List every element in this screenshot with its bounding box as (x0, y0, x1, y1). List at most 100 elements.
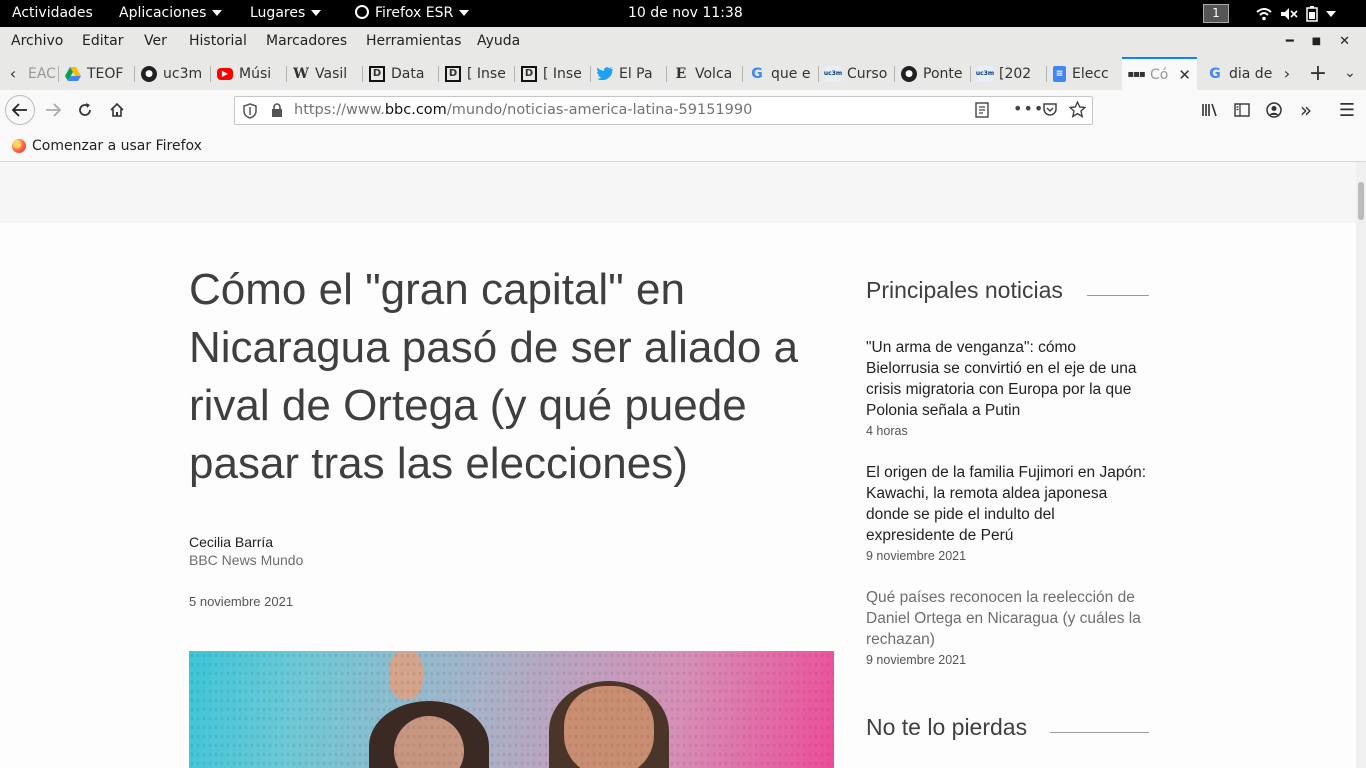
tab-active[interactable]: ▪▪▪ Có ✕ (1122, 57, 1197, 90)
news-item-time: 4 horas (866, 424, 908, 438)
wikipedia-icon: W (293, 65, 309, 82)
sidebar-title-rule (1087, 295, 1149, 296)
tab-label: Có (1150, 66, 1169, 83)
minimize-icon[interactable]: ━ (1286, 34, 1294, 50)
menu-ayuda[interactable]: Ayuda (477, 33, 520, 49)
clock[interactable]: 10 de nov 11:38 (628, 5, 743, 21)
sidebar-news-item[interactable]: "Un arma de venganza": cómo Bielorrusia … (866, 337, 1146, 438)
reader-view-icon[interactable] (974, 102, 990, 122)
maximize-icon[interactable]: ■ (1312, 34, 1321, 50)
reload-button[interactable] (70, 95, 100, 125)
article-hero-image (189, 651, 834, 768)
navigation-toolbar: https://www.bbc.com/mundo/noticias-ameri… (0, 90, 1366, 130)
home-icon (110, 102, 124, 117)
tab-scroll-right-icon[interactable]: › (1274, 58, 1300, 88)
hero-image-dots (189, 651, 834, 768)
news-item-time: 9 noviembre 2021 (866, 549, 967, 563)
sidebar-news-item[interactable]: Qué países reconocen la reelección de Da… (866, 587, 1146, 667)
app-name-label: Firefox ESR (375, 5, 454, 21)
sidebar-news-item[interactable]: El origen de la familia Fujimori en Japó… (866, 462, 1146, 563)
tab[interactable]: ▶ Músi (211, 57, 286, 90)
tab[interactable]: E Volca (667, 57, 742, 90)
tab[interactable]: uc3m Curso (819, 57, 894, 90)
overflow-chevron-icon[interactable]: » (1291, 95, 1321, 125)
tab[interactable]: El Pa (591, 57, 666, 90)
bookmark-label: Comenzar a usar Firefox (32, 138, 202, 154)
tab-label: [ Inse (543, 65, 582, 82)
tab[interactable]: D Data (363, 57, 438, 90)
url-host: bbc.com (384, 102, 447, 118)
menu-editar[interactable]: Editar (82, 33, 123, 49)
news-item-headline[interactable]: "Un arma de venganza": cómo Bielorrusia … (866, 337, 1146, 421)
d-icon: D (521, 65, 537, 82)
tab[interactable]: TEOF (59, 57, 134, 90)
workspace-indicator[interactable]: 1 (1203, 4, 1229, 23)
library-icon[interactable] (1195, 95, 1225, 125)
tab[interactable]: uc3m [202 (971, 57, 1046, 90)
page-actions-icon[interactable]: ••• (1013, 99, 1044, 118)
close-tab-icon[interactable]: ✕ (1178, 66, 1191, 84)
url-text[interactable]: https://www.bbc.com/mundo/noticias-ameri… (294, 102, 752, 118)
forward-button[interactable] (38, 95, 68, 125)
padlock-icon[interactable] (271, 103, 283, 122)
menu-herramientas[interactable]: Herramientas (366, 33, 461, 49)
chevron-down-icon (1326, 10, 1336, 17)
url-prefix: https://www. (294, 102, 385, 118)
article-date: 5 noviembre 2021 (189, 594, 294, 609)
sidebar-title: Principales noticias (866, 277, 1063, 303)
places-menu[interactable]: Lugares (250, 5, 322, 21)
hamburger-menu-icon[interactable]: ☰ (1332, 95, 1362, 125)
tab-bar: ‹ ÉÁC TEOF ● uc3m ▶ Músi W Vasil D Data D[ I… (0, 57, 1366, 90)
tab-label: Elecc (1072, 65, 1109, 82)
account-icon[interactable] (1259, 95, 1289, 125)
tab[interactable]: ÉÁC (22, 57, 58, 90)
tab[interactable]: W Vasil (287, 57, 362, 90)
new-tab-icon[interactable]: + (1304, 58, 1332, 88)
app-menu[interactable]: Firefox ESR (355, 5, 470, 21)
page-viewport: Cómo el "gran capital" en Nicaragua pasó… (0, 162, 1356, 768)
docs-icon: ≡ (1053, 65, 1066, 82)
youtube-icon: ▶ (217, 67, 233, 80)
article-author[interactable]: Cecilia Barría (189, 534, 273, 550)
url-bar[interactable]: https://www.bbc.com/mundo/noticias-ameri… (234, 96, 1093, 125)
news-item-headline[interactable]: El origen de la familia Fujimori en Japó… (866, 462, 1146, 546)
news-item-headline[interactable]: Qué países reconocen la reelección de Da… (866, 587, 1146, 650)
battery-icon (1306, 5, 1318, 22)
applications-label: Aplicaciones (119, 5, 207, 21)
tab-label: Curso (847, 65, 888, 82)
applications-menu[interactable]: Aplicaciones (119, 5, 223, 21)
system-status-menu[interactable] (1256, 4, 1336, 23)
home-button[interactable] (102, 95, 132, 125)
github-icon: ● (141, 65, 157, 82)
bookmark-star-icon[interactable] (1068, 100, 1087, 122)
article-headline: Cómo el "gran capital" en Nicaragua pasó… (189, 265, 799, 488)
sidebar-title-dont-miss: No te lo pierdas (866, 714, 1028, 740)
tab-label: ÉÁC (28, 65, 56, 82)
tab-list-chevron-icon[interactable]: ⌄ (1336, 58, 1364, 88)
close-icon[interactable]: ✕ (1339, 34, 1350, 50)
menu-archivo[interactable]: Archivo (11, 33, 63, 49)
google-icon: G (1209, 65, 1221, 82)
tab-label: TEOF (87, 65, 124, 82)
sidebar-icon[interactable] (1227, 95, 1257, 125)
tab[interactable]: ● uc3m (135, 57, 210, 90)
activities-button[interactable]: Actividades (12, 5, 93, 21)
tab[interactable]: Gdia de (1201, 57, 1273, 90)
tab[interactable]: ≡ Elecc (1047, 57, 1122, 90)
menu-historial[interactable]: Historial (189, 33, 247, 49)
menu-ver[interactable]: Ver (144, 33, 167, 49)
tab[interactable]: D [ Inse (515, 57, 590, 90)
tab-label: Ponte (923, 65, 963, 82)
bookmark-getting-started[interactable]: Comenzar a usar Firefox (12, 138, 202, 154)
back-arrow-icon (12, 103, 27, 117)
tab[interactable]: ● Ponte (895, 57, 970, 90)
tab-label: El Pa (619, 65, 653, 82)
back-button[interactable] (5, 95, 35, 125)
menu-marcadores[interactable]: Marcadores (266, 33, 347, 49)
tab[interactable]: D [ Inse (439, 57, 514, 90)
tab[interactable]: Gque e (743, 57, 818, 90)
scrollbar-thumb[interactable] (1358, 182, 1364, 220)
page-scrollbar[interactable] (1356, 162, 1366, 768)
tracking-protection-shield-icon[interactable] (243, 103, 257, 123)
pocket-icon[interactable] (1042, 102, 1058, 122)
